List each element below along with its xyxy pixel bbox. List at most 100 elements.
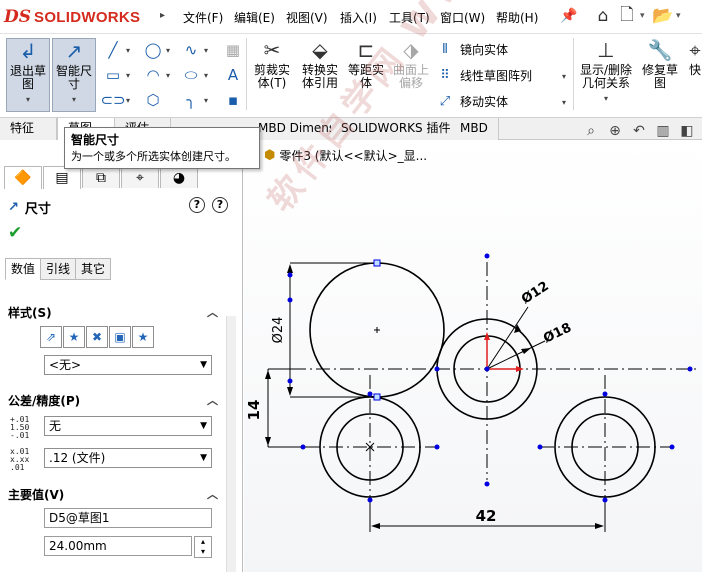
- exit-sketch-label: 退出草图: [9, 64, 46, 91]
- menu-help[interactable]: 帮助(H): [496, 9, 538, 26]
- dimension-icon: ↗: [8, 200, 19, 215]
- view-orientation-icon[interactable]: ◧: [678, 122, 696, 140]
- chevron-down-icon[interactable]: ▾: [166, 71, 170, 80]
- dim-text-d18[interactable]: Ø18: [541, 320, 574, 346]
- dimension-value-field[interactable]: 24.00mm: [44, 536, 192, 556]
- sketch-drawing[interactable]: Ø24 14 42 Ø12 Ø18: [244, 140, 702, 572]
- chevron-down-icon[interactable]: ▾: [126, 96, 130, 105]
- style-header-text: 样式(S): [8, 306, 52, 320]
- repair-sketch-icon: 🔧: [647, 38, 673, 62]
- chevron-down-icon[interactable]: ▾: [562, 98, 566, 107]
- zoom-to-fit-icon[interactable]: ⌕: [582, 122, 600, 140]
- zoom-to-area-icon[interactable]: ⊕: [606, 122, 624, 140]
- chevron-down-icon: ▼: [200, 453, 207, 463]
- origin-icon: [484, 332, 524, 372]
- save-style-icon[interactable]: ▣: [109, 326, 131, 348]
- section-view-icon[interactable]: ▥: [654, 122, 672, 140]
- new-document-icon[interactable]: 🗋: [616, 4, 638, 28]
- solidworks-logo[interactable]: DS SOLIDWORKS: [4, 6, 140, 28]
- tab-features[interactable]: 特征: [0, 118, 57, 140]
- rectangle-tool-icon[interactable]: ▭: [102, 64, 124, 86]
- chevron-down-icon[interactable]: ▾: [562, 72, 566, 81]
- menu-file[interactable]: 文件(F): [183, 9, 223, 26]
- open-folder-icon[interactable]: 📂: [652, 4, 674, 28]
- smart-dimension-tooltip: 智能尺寸 为一个或多个所选实体创建尺寸。: [64, 127, 260, 169]
- chevron-down-icon[interactable]: ▾: [126, 46, 130, 55]
- tolerance-section-header[interactable]: 公差/精度(P) ︿: [8, 392, 218, 410]
- mirror-icon: ⫴: [442, 41, 448, 57]
- style-section-header[interactable]: 样式(S) ︿: [8, 304, 218, 322]
- chevron-down-icon[interactable]: ▾: [204, 46, 208, 55]
- pin-icon[interactable]: 📌: [560, 8, 577, 24]
- style-buttons: ⇗ ★ ✖ ▣ ★: [40, 326, 154, 348]
- quick-snaps-button[interactable]: ⌖ 快: [688, 38, 702, 112]
- dim-text-42[interactable]: 42: [476, 507, 497, 525]
- help-icon[interactable]: ?: [212, 197, 228, 213]
- chevron-down-icon: ▾: [25, 95, 30, 104]
- style-select[interactable]: <无> ▼: [44, 355, 212, 375]
- repair-sketch-button[interactable]: 🔧 修复草图: [640, 38, 680, 112]
- move-entities-button[interactable]: ⤢ 移动实体: [436, 91, 508, 111]
- load-style-icon[interactable]: ★: [132, 326, 154, 348]
- chevron-down-icon[interactable]: ▾: [640, 11, 650, 21]
- menu-edit[interactable]: 编辑(E): [234, 9, 275, 26]
- chevron-down-icon[interactable]: ▾: [126, 71, 130, 80]
- subtab-value[interactable]: 数值: [5, 258, 42, 280]
- property-manager-panel: 🔶 ▤ ⧉ ⌖ ◕ ↗ 尺寸 ? ? ✔ 数值 引线 其它 样式(S) ︿ ⇗ …: [0, 140, 243, 572]
- display-delete-relations-button[interactable]: ⊥ 显示/删除几何关系 ▾: [578, 38, 634, 112]
- apply-default-style-icon[interactable]: ⇗: [40, 326, 62, 348]
- move-label: 移动实体: [460, 94, 509, 109]
- pm-title: ↗ 尺寸: [8, 198, 51, 217]
- menu-expand-icon[interactable]: ▸: [160, 10, 165, 21]
- fillet-tool-icon[interactable]: ╮: [180, 89, 202, 111]
- dimxpert-manager-tab-icon[interactable]: ⌖: [121, 166, 159, 188]
- previous-view-icon[interactable]: ↶: [630, 122, 648, 140]
- menu-view[interactable]: 视图(V): [286, 9, 328, 26]
- polygon-tool-icon[interactable]: ⬡: [142, 89, 164, 111]
- property-manager-tab-icon[interactable]: ▤: [43, 166, 81, 189]
- dim-text-d24[interactable]: Ø24: [271, 317, 286, 344]
- home-icon[interactable]: ⌂: [592, 4, 614, 28]
- value-spinner[interactable]: ▴ ▾: [194, 536, 212, 558]
- line-tool-icon[interactable]: ╱: [102, 39, 124, 61]
- chevron-down-icon[interactable]: ▾: [166, 46, 170, 55]
- arc-tool-icon[interactable]: ◠: [142, 64, 164, 86]
- feature-manager-tab-icon[interactable]: 🔶: [4, 166, 42, 189]
- subtab-leaders[interactable]: 引线: [40, 258, 77, 280]
- add-style-icon[interactable]: ★: [63, 326, 85, 348]
- mirror-entities-button[interactable]: ⫴ 镜向实体: [436, 39, 508, 59]
- menu-insert[interactable]: 插入(I): [340, 9, 377, 26]
- dim-text-d12[interactable]: Ø12: [519, 279, 552, 307]
- chevron-down-icon: ▼: [200, 360, 207, 370]
- title-bar: DS SOLIDWORKS ▸ 文件(F) 编辑(E) 视图(V) 插入(I) …: [0, 0, 702, 34]
- slot-tool-icon[interactable]: ⊂⊃: [100, 89, 125, 111]
- pm-scrollbar[interactable]: [226, 316, 236, 572]
- precision-select[interactable]: .12 (文件) ▼: [44, 448, 212, 468]
- smart-dimension-button[interactable]: ↗ 智能尺寸 ▾: [52, 38, 96, 112]
- chevron-down-icon[interactable]: ▾: [204, 96, 208, 105]
- point-tool-icon[interactable]: ▪: [222, 89, 244, 111]
- ok-checkmark-icon[interactable]: ✔: [8, 223, 22, 243]
- display-manager-tab-icon[interactable]: ◕: [160, 166, 198, 188]
- text-tool-icon[interactable]: A: [222, 64, 244, 86]
- spline-tool-icon[interactable]: ∿: [180, 39, 202, 61]
- tooltip-title: 智能尺寸: [71, 133, 120, 147]
- delete-style-icon[interactable]: ✖: [86, 326, 108, 348]
- primary-value-section-header[interactable]: 主要值(V) ︿: [8, 486, 218, 504]
- configuration-manager-tab-icon[interactable]: ⧉: [82, 166, 120, 188]
- dimension-name-field[interactable]: D5@草图1: [44, 508, 212, 528]
- dim-text-14[interactable]: 14: [245, 400, 263, 421]
- tolerance-type-select[interactable]: 无 ▼: [44, 416, 212, 436]
- help-icon[interactable]: ?: [189, 197, 205, 213]
- linear-pattern-button[interactable]: ⠿ 线性草图阵列: [436, 65, 532, 85]
- ellipse-tool-icon[interactable]: ⬭: [180, 64, 202, 86]
- subtab-other[interactable]: 其它: [75, 258, 112, 280]
- tab-mbd[interactable]: MBD: [450, 118, 499, 140]
- circle-tool-icon[interactable]: ◯: [142, 39, 164, 61]
- exit-sketch-button[interactable]: ↲ 退出草图 ▾: [6, 38, 50, 112]
- trim-entities-button[interactable]: ✂ 剪裁实体(T): [252, 38, 292, 112]
- linear-pattern-label: 线性草图阵列: [460, 68, 533, 83]
- chevron-down-icon: ▾: [71, 95, 76, 104]
- chevron-down-icon[interactable]: ▾: [676, 11, 686, 21]
- chevron-down-icon[interactable]: ▾: [204, 71, 208, 80]
